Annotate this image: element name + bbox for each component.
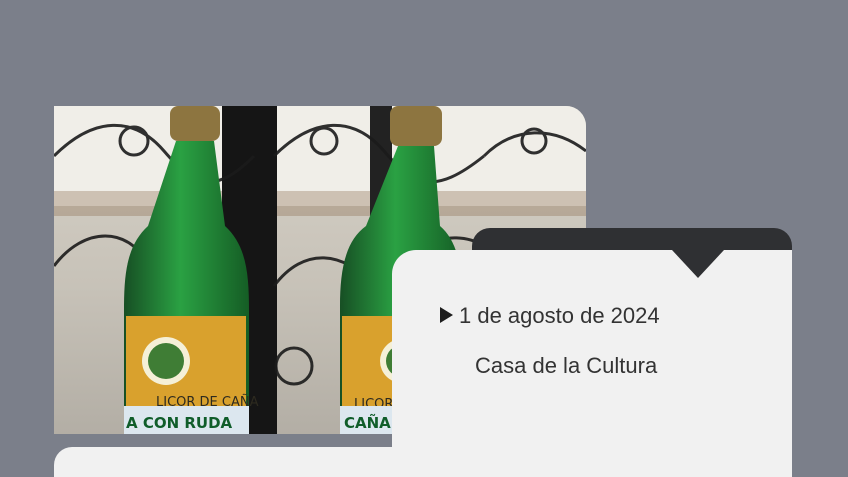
card-bottom-panel [54,447,792,477]
event-info-notch [672,250,724,278]
play-icon [440,307,453,323]
svg-text:A CON RUDA: A CON RUDA [126,414,233,432]
event-date-row: 1 de agosto de 2024 [440,300,660,332]
event-card[interactable]: LICOR DE CAÑA A CON RUDA LICOR I CAÑA CO… [0,0,848,477]
event-date: 1 de agosto de 2024 [459,303,660,328]
event-location: Casa de la Cultura [475,353,658,378]
